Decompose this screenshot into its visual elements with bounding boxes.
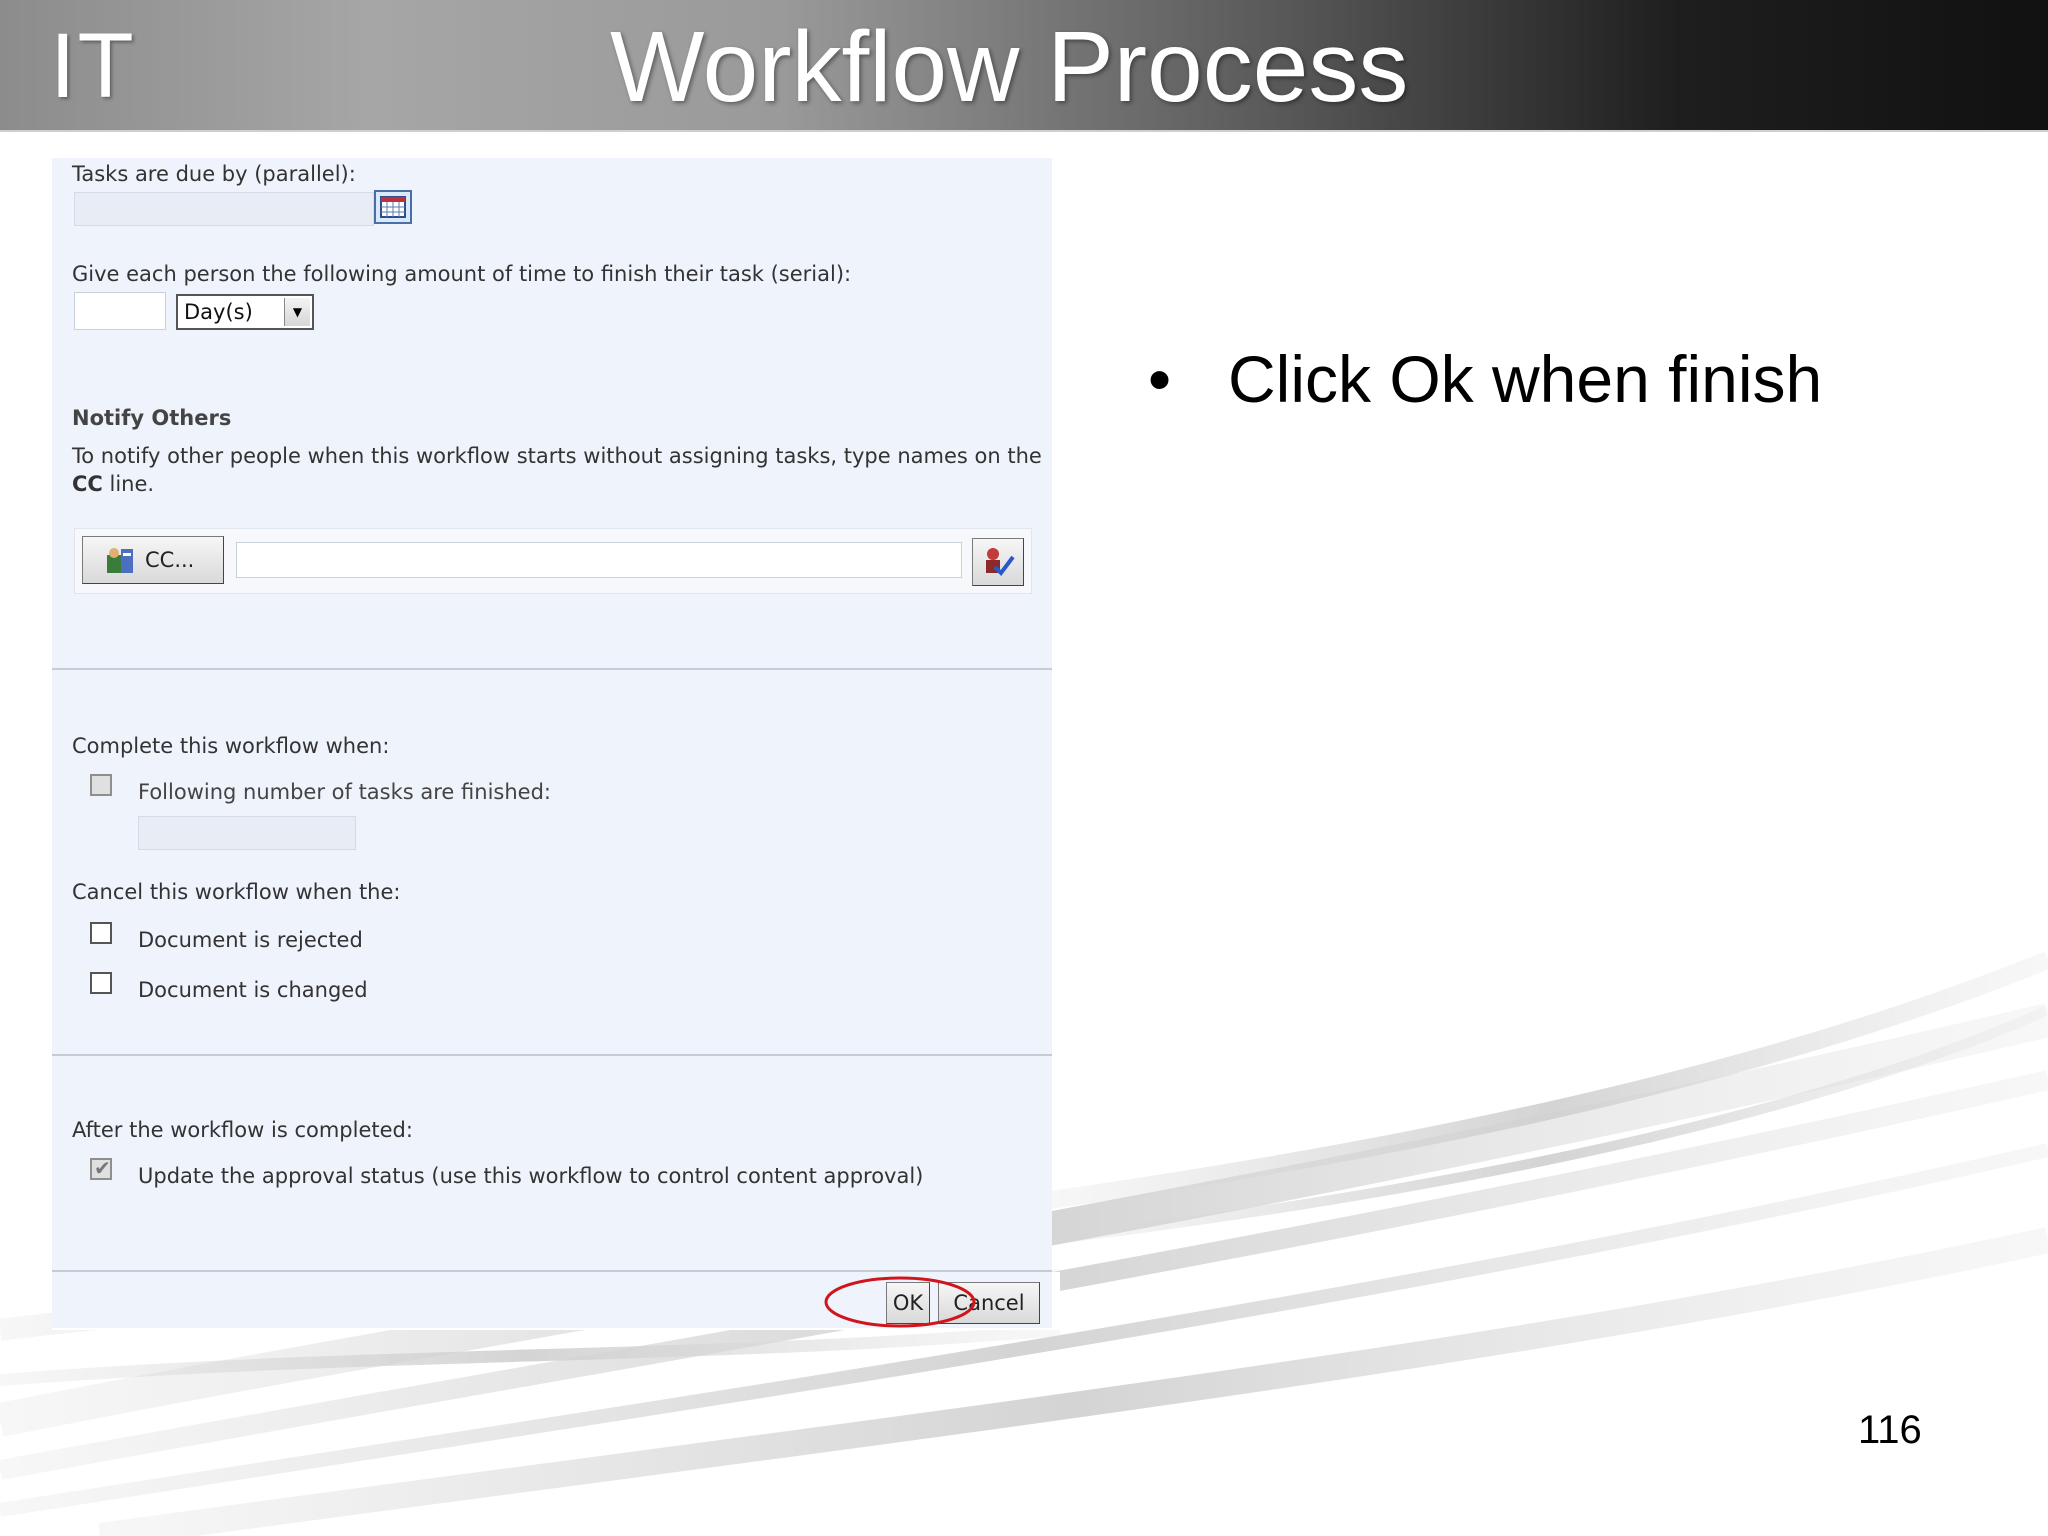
update-approval-label: Update the approval status (use this wor… [138, 1164, 924, 1188]
page-number: 116 [1858, 1408, 1922, 1452]
due-parallel-date-input[interactable] [74, 192, 374, 226]
section-divider-2 [52, 1054, 1052, 1056]
notify-others-heading: Notify Others [72, 406, 232, 430]
serial-unit-select[interactable]: Day(s) ▼ [176, 294, 314, 330]
check-names-button[interactable] [972, 538, 1024, 586]
notify-description-line2: CC line. [72, 472, 154, 496]
bullet-text: Click Ok when finish [1228, 342, 1823, 416]
update-approval-checkbox[interactable]: ✔ [90, 1156, 112, 1180]
cc-button[interactable]: CC... [82, 536, 224, 584]
due-parallel-label: Tasks are due by (parallel): [72, 162, 356, 186]
cc-button-label: CC... [145, 548, 195, 572]
document-rejected-label: Document is rejected [138, 928, 363, 952]
notify-description-rest: line. [102, 472, 155, 496]
after-workflow-label: After the workflow is completed: [72, 1118, 413, 1142]
document-changed-checkbox[interactable] [90, 972, 112, 994]
calendar-icon[interactable] [374, 190, 412, 224]
bullet-marker: • [1148, 342, 1172, 416]
serial-time-input[interactable] [74, 292, 166, 330]
complete-tasks-checkbox[interactable] [90, 774, 112, 796]
checkmark-icon: ✔ [94, 1156, 111, 1180]
document-rejected-checkbox[interactable] [90, 922, 112, 944]
complete-workflow-label: Complete this workflow when: [72, 734, 390, 758]
header-band: IT Workflow Process [0, 0, 2048, 132]
address-book-icon [103, 545, 137, 582]
cc-emphasis: CC [72, 472, 103, 496]
complete-tasks-label: Following number of tasks are finished: [138, 780, 551, 804]
header-brand: IT [50, 15, 136, 117]
cc-names-input[interactable] [236, 542, 962, 578]
chevron-down-icon: ▼ [284, 298, 310, 326]
workflow-form-screenshot: Tasks are due by (parallel): Give each p… [52, 158, 1052, 1328]
cancel-workflow-label: Cancel this workflow when the: [72, 880, 401, 904]
document-changed-label: Document is changed [138, 978, 368, 1002]
serial-unit-selected: Day(s) [184, 300, 253, 324]
highlight-ellipse [824, 1276, 976, 1328]
check-names-icon [981, 545, 1017, 584]
slide: IT Workflow Process Tasks are due by (pa… [0, 0, 2048, 1536]
slide-title: Workflow Process [610, 11, 1409, 123]
section-divider-1 [52, 668, 1052, 670]
serial-time-label: Give each person the following amount of… [72, 262, 852, 286]
notify-description: To notify other people when this workflo… [72, 444, 1042, 468]
complete-tasks-count-input[interactable] [138, 816, 356, 850]
